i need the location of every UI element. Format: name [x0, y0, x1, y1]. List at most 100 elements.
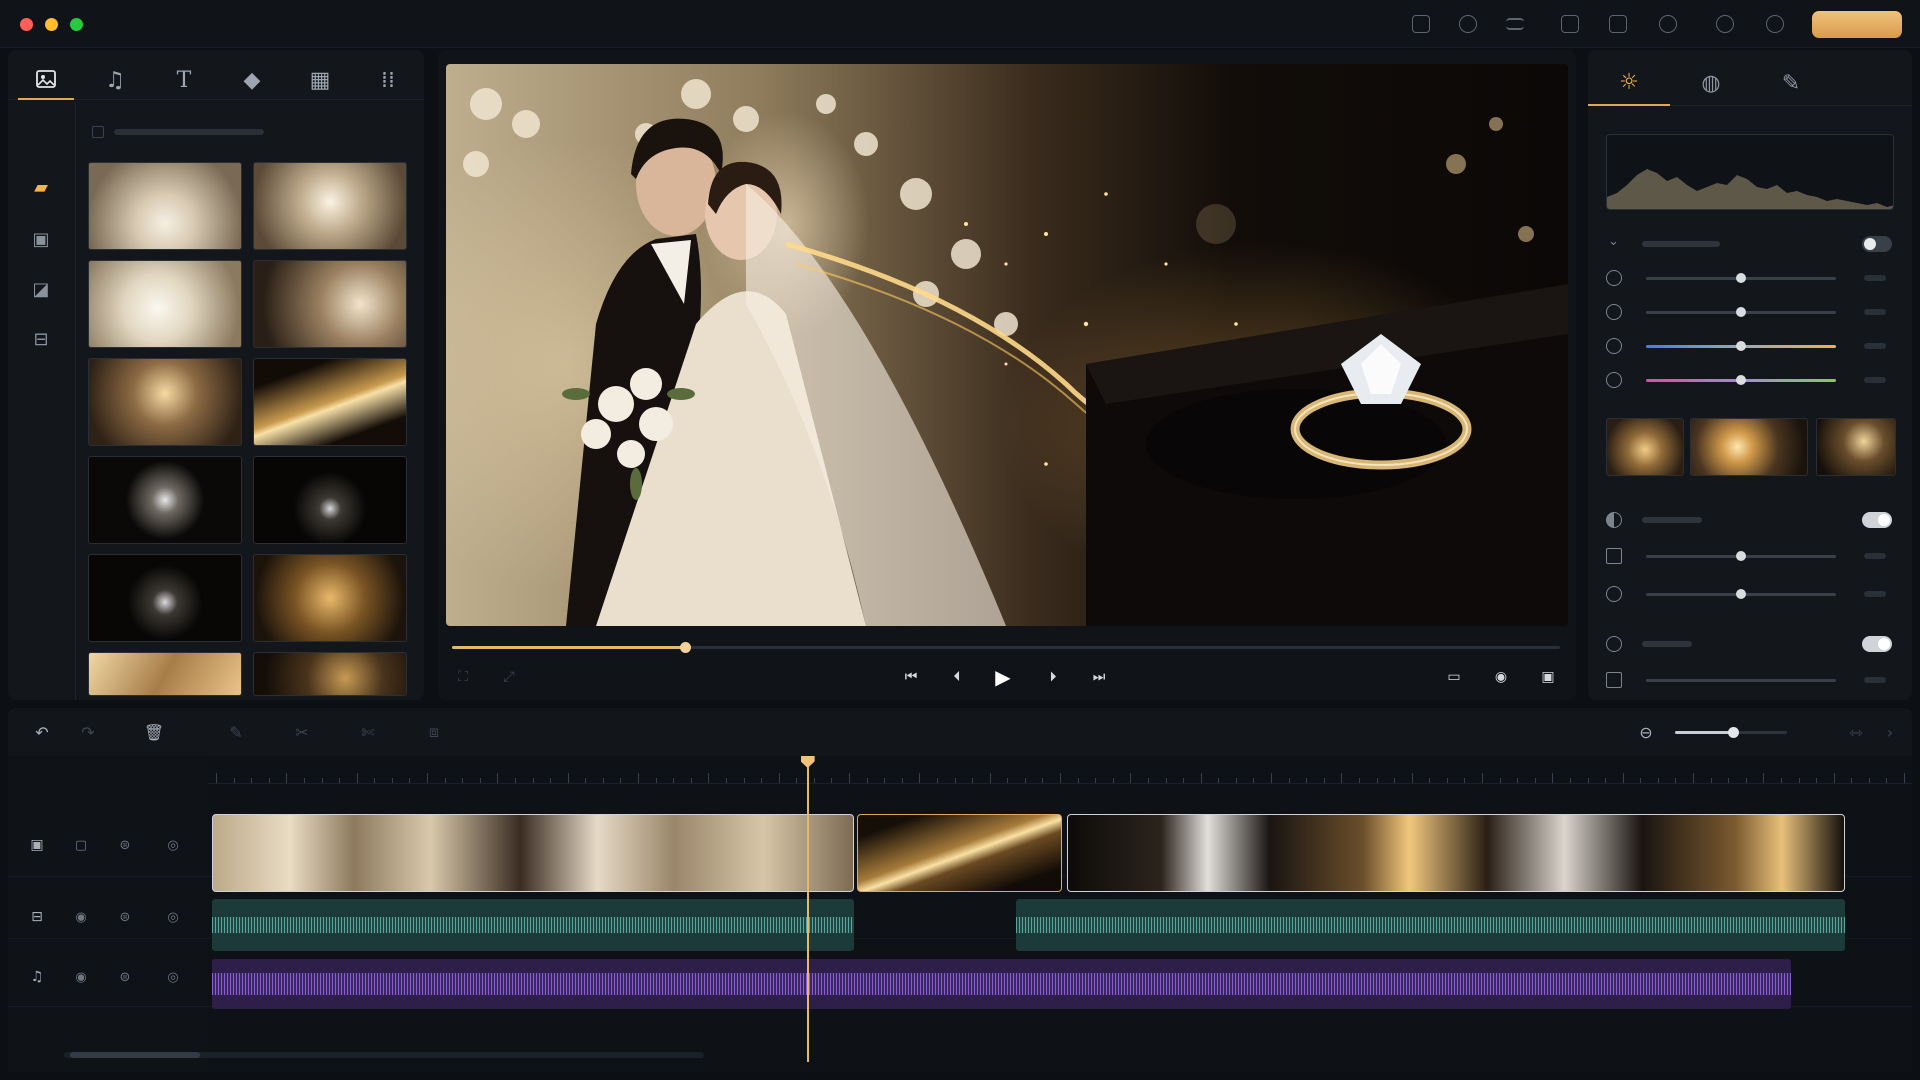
- media-thumbnail-golden-bokeh[interactable]: [253, 554, 407, 642]
- tab-text[interactable]: T: [156, 60, 212, 100]
- film-icon[interactable]: ▢: [72, 836, 90, 854]
- tab-effects[interactable]: ◆: [224, 60, 280, 100]
- vignette-section-header[interactable]: [1606, 510, 1896, 530]
- select-all-checkbox[interactable]: [92, 126, 104, 138]
- media-thumbnail-diamond-necklace[interactable]: [253, 456, 407, 544]
- edit-button[interactable]: ✎: [224, 720, 248, 744]
- preview-progress-track[interactable]: [452, 642, 1560, 653]
- video-gold-streak-clip[interactable]: [857, 814, 1062, 892]
- settings-search-icon[interactable]: [1659, 15, 1677, 33]
- contrast-slider[interactable]: [1646, 307, 1836, 317]
- tint-slider[interactable]: [1646, 375, 1836, 385]
- eye-icon[interactable]: ◉: [72, 968, 90, 986]
- fit-timeline-button[interactable]: ⇿: [1844, 720, 1868, 744]
- tab-brush[interactable]: ✎: [1750, 60, 1832, 106]
- target-icon[interactable]: ◎: [164, 968, 182, 986]
- light-section-header[interactable]: ⌄: [1606, 234, 1896, 254]
- playhead[interactable]: [806, 762, 809, 1062]
- snapshot-button[interactable]: ◉: [1490, 666, 1512, 688]
- skip-start-button[interactable]: ⏮: [900, 666, 922, 688]
- cut-button[interactable]: ✂: [290, 720, 314, 744]
- brightness-slider[interactable]: [1646, 273, 1836, 283]
- share-out-icon[interactable]: [1561, 15, 1579, 33]
- tab-media[interactable]: [18, 60, 74, 100]
- step-forward-button[interactable]: ⏵: [1042, 666, 1064, 688]
- vignette-section-toggle[interactable]: [1862, 512, 1892, 528]
- close-window-button[interactable]: [20, 18, 33, 31]
- timeline-ruler[interactable]: [208, 756, 1912, 784]
- refresh-icon[interactable]: [1766, 15, 1784, 33]
- skip-end-button[interactable]: ⏭: [1088, 666, 1110, 688]
- lock-icon[interactable]: ⊜: [116, 968, 134, 986]
- denoise-section-header[interactable]: [1606, 634, 1896, 654]
- undo-button[interactable]: ↶: [30, 720, 54, 744]
- light-section-toggle[interactable]: [1862, 236, 1892, 252]
- media-thumbnail-bride-bouquet[interactable]: [88, 162, 242, 250]
- preview-progress-knob[interactable]: [679, 642, 691, 653]
- slider-knob[interactable]: [1736, 375, 1746, 385]
- sharpen-slider-track[interactable]: [1646, 679, 1836, 682]
- timeline-scrollbar-thumb[interactable]: [70, 1052, 200, 1058]
- timeline-more-button[interactable]: ›: [1878, 720, 1902, 744]
- play-button[interactable]: ▶: [992, 665, 1014, 689]
- fullscreen-button[interactable]: ⤢: [498, 666, 520, 688]
- video-ceremony-clip[interactable]: [212, 814, 854, 892]
- audio-clip[interactable]: [1015, 899, 1846, 951]
- screenshot-button[interactable]: ▣: [1537, 666, 1559, 688]
- zoom-out-button[interactable]: ⊖: [1634, 720, 1658, 744]
- slider-knob[interactable]: [1736, 551, 1746, 561]
- media-thumbnail-reception-hall[interactable]: [88, 358, 242, 446]
- media-thumbnail-white-bouquet[interactable]: [88, 260, 242, 348]
- photo-button[interactable]: ▣: [28, 226, 54, 252]
- music-clip[interactable]: [212, 959, 1792, 1009]
- slider-knob[interactable]: [1736, 273, 1746, 283]
- temperature-slider[interactable]: [1646, 341, 1836, 351]
- crop-button[interactable]: ⧈: [422, 720, 446, 744]
- preset-sparkle-dark[interactable]: [1816, 418, 1896, 476]
- step-back-button[interactable]: ⏴: [946, 666, 968, 688]
- circle-slider[interactable]: [1646, 589, 1836, 599]
- search-plus-icon[interactable]: [1459, 15, 1477, 33]
- preset-starburst[interactable]: [1690, 418, 1808, 476]
- gallery-button[interactable]: ◪: [28, 276, 54, 302]
- download-icon[interactable]: [1609, 15, 1627, 33]
- slider-knob[interactable]: [1736, 589, 1746, 599]
- video-preview[interactable]: [446, 64, 1568, 626]
- chat-icon[interactable]: [1716, 15, 1734, 33]
- monitor-button[interactable]: ▭: [1443, 666, 1465, 688]
- split-button[interactable]: ✄: [356, 720, 380, 744]
- zoom-knob[interactable]: [1728, 727, 1740, 738]
- preset-golden-dust[interactable]: [1606, 418, 1684, 476]
- denoise-section-toggle[interactable]: [1862, 636, 1892, 652]
- target-icon[interactable]: ◎: [164, 836, 182, 854]
- media-thumbnail-gold-sparkle[interactable]: [253, 652, 407, 696]
- export-button[interactable]: [1812, 11, 1902, 38]
- tab-templates[interactable]: ▦: [292, 60, 348, 100]
- vignette-slider[interactable]: [1646, 551, 1836, 561]
- media-thumbnail-couple-closeup[interactable]: [253, 260, 407, 348]
- lock-icon[interactable]: ⊜: [116, 836, 134, 854]
- tab-audio[interactable]: ♫: [87, 60, 143, 100]
- tab-more[interactable]: ⁞⁞: [360, 60, 416, 100]
- media-thumbnail-diamond-ring[interactable]: [88, 456, 242, 544]
- message-square-icon[interactable]: [1412, 15, 1430, 33]
- tab-color[interactable]: ◍: [1670, 60, 1752, 106]
- media-thumbnail-gold-fabric[interactable]: [88, 652, 242, 696]
- delete-button[interactable]: 🗑: [142, 720, 166, 744]
- audio-clip[interactable]: [212, 899, 854, 951]
- folder-button[interactable]: ▰: [28, 174, 54, 200]
- media-thumbnail-diamond-earrings[interactable]: [88, 554, 242, 642]
- video-ring-clip[interactable]: [1066, 814, 1846, 892]
- maximize-window-button[interactable]: [70, 18, 83, 31]
- menu-icon[interactable]: [1506, 18, 1524, 30]
- timeline-scrollbar[interactable]: [64, 1052, 704, 1058]
- lock-icon[interactable]: ⊜: [116, 908, 134, 926]
- eye-icon[interactable]: ◉: [72, 908, 90, 926]
- media-thumbnail-wedding-aisle[interactable]: [253, 162, 407, 250]
- tab-basic-adjust[interactable]: ☼: [1588, 60, 1670, 106]
- media-thumbnail-gold-light-streak[interactable]: [253, 358, 407, 446]
- slider-knob[interactable]: [1736, 341, 1746, 351]
- target-icon[interactable]: ◎: [164, 908, 182, 926]
- slider-knob[interactable]: [1736, 307, 1746, 317]
- caption-button[interactable]: ⊟: [28, 326, 54, 352]
